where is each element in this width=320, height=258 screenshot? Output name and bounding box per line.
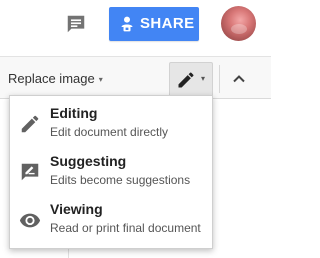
toolbar-divider bbox=[219, 65, 220, 93]
comment-bubble-icon bbox=[67, 15, 85, 33]
editing-toolbar: Replace image ▾ ▾ bbox=[0, 56, 271, 99]
menu-item-suggesting[interactable]: Suggesting Edits become suggestions bbox=[10, 148, 212, 196]
mode-menu: Editing Edit document directly Suggestin… bbox=[9, 95, 213, 249]
replace-image-menu[interactable]: Replace image ▾ bbox=[8, 71, 103, 87]
replace-image-label: Replace image bbox=[8, 71, 95, 86]
eye-icon bbox=[19, 213, 41, 228]
chevron-down-icon: ▾ bbox=[201, 74, 206, 83]
collapse-menus-button[interactable] bbox=[227, 67, 251, 91]
chevron-down-icon: ▾ bbox=[98, 74, 103, 84]
share-button[interactable]: SHARE bbox=[109, 7, 199, 41]
editing-mode-button[interactable]: ▾ bbox=[169, 62, 213, 95]
chevron-up-icon bbox=[233, 75, 245, 83]
menu-item-description: Edits become suggestions bbox=[50, 173, 191, 187]
app-header: SHARE bbox=[0, 0, 271, 56]
suggest-edit-icon bbox=[21, 163, 39, 181]
menu-item-viewing[interactable]: Viewing Read or print final document bbox=[10, 196, 212, 244]
menu-item-editing[interactable]: Editing Edit document directly bbox=[10, 100, 212, 148]
docs-window: SHARE Replace image ▾ ▾ Editing Edit doc… bbox=[0, 0, 271, 258]
people-lock-icon bbox=[121, 16, 133, 32]
menu-item-title: Suggesting bbox=[50, 153, 127, 169]
menu-item-title: Viewing bbox=[50, 201, 103, 217]
comments-button[interactable] bbox=[63, 11, 89, 37]
account-avatar[interactable] bbox=[221, 6, 256, 41]
menu-item-title: Editing bbox=[50, 105, 98, 121]
menu-item-description: Read or print final document bbox=[50, 221, 201, 235]
share-button-label: SHARE bbox=[140, 15, 195, 32]
pencil-icon bbox=[21, 115, 39, 133]
pencil-icon bbox=[178, 72, 194, 88]
menu-item-description: Edit document directly bbox=[50, 125, 169, 139]
